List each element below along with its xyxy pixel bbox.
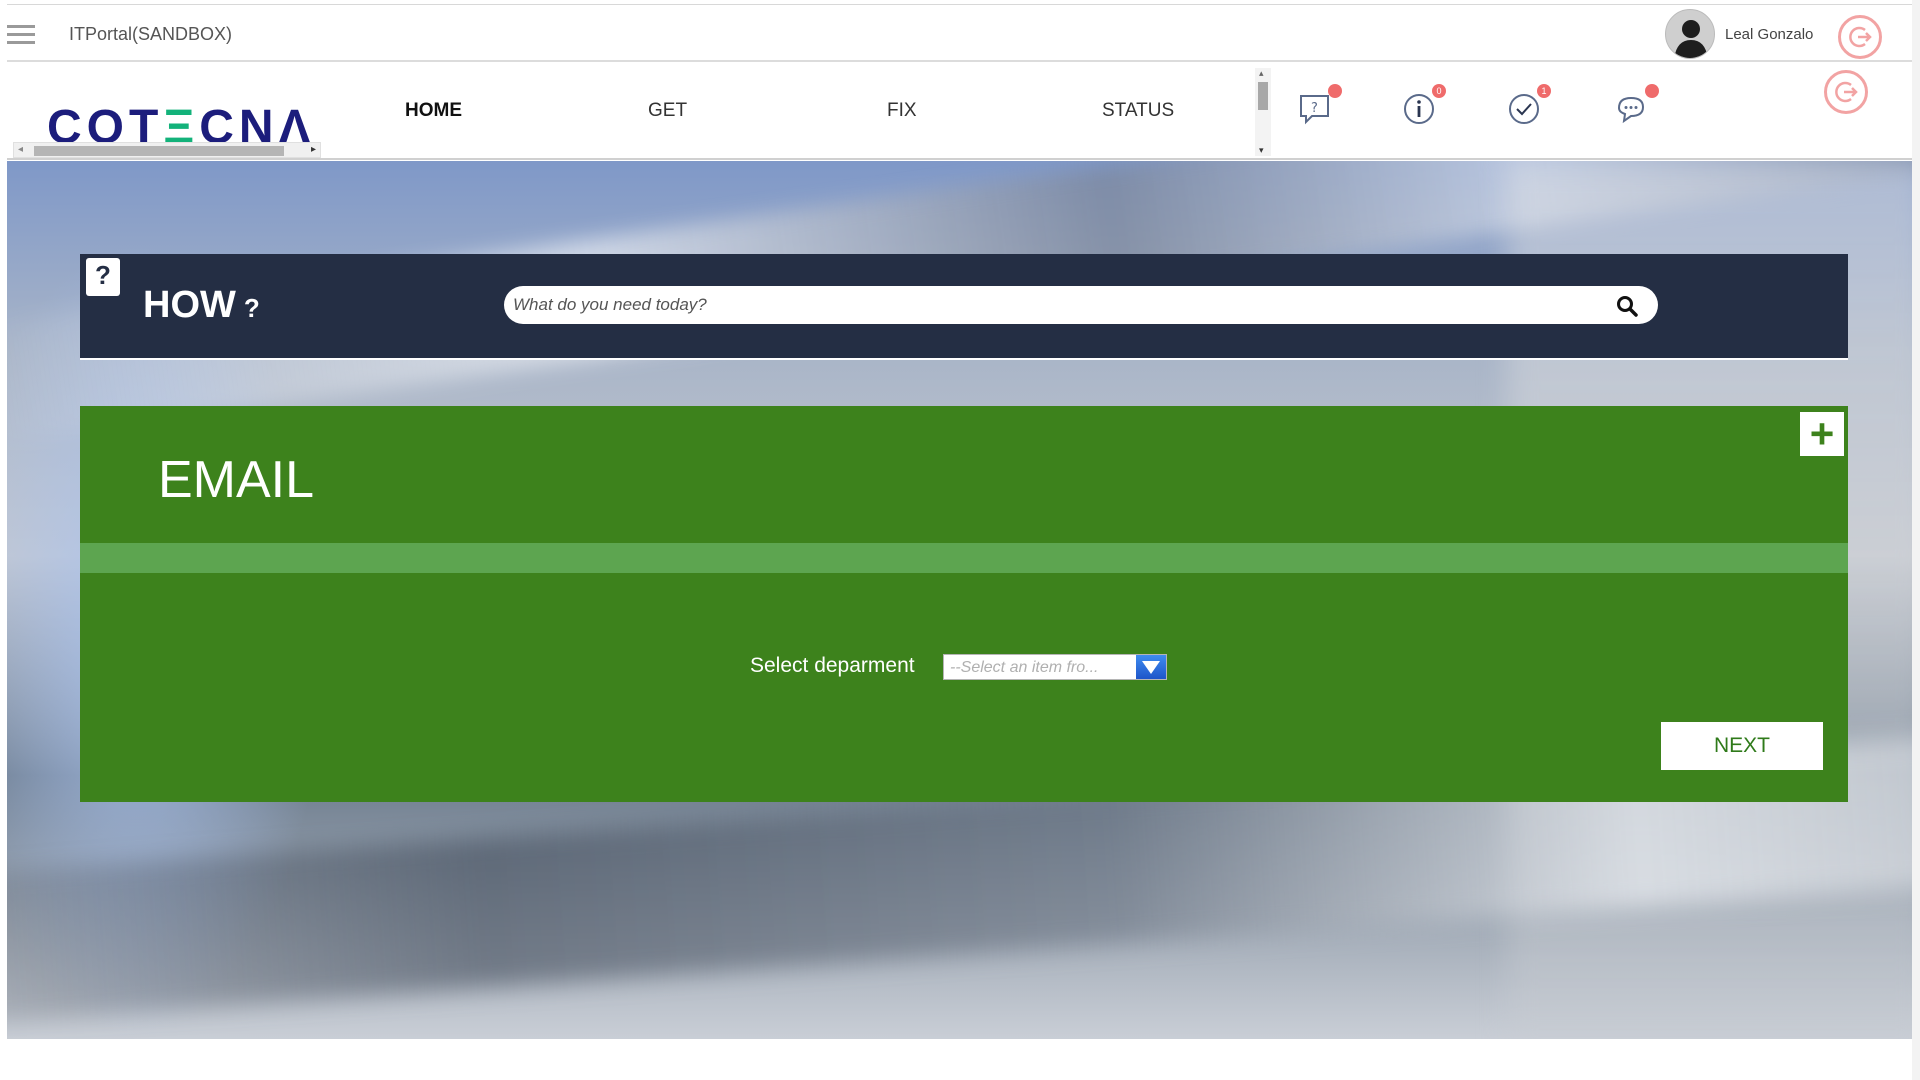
user-avatar[interactable]	[1665, 9, 1715, 59]
department-label: Select deparment	[750, 654, 915, 677]
info-icon	[1404, 94, 1434, 124]
logout-icon	[1849, 26, 1872, 48]
how-question-mark: ?	[243, 293, 260, 323]
scrollbar-thumb[interactable]	[34, 146, 284, 156]
info-button[interactable]: 0	[1402, 84, 1446, 126]
page-vertical-scrollbar[interactable]	[1912, 0, 1920, 1080]
how-search-panel: ? HOW?	[80, 254, 1848, 360]
scroll-down-icon[interactable]: ▾	[1259, 145, 1264, 156]
comments-badge	[1645, 84, 1659, 98]
search-input[interactable]	[513, 286, 1593, 324]
how-title-text: HOW	[143, 284, 236, 326]
scroll-left-icon[interactable]: ◂	[18, 144, 23, 155]
question-chat-icon: ?	[1300, 95, 1329, 125]
comments-icon	[1617, 96, 1645, 124]
top-bar: ITPortal(SANDBOX) Leal Gonzalo	[7, 4, 1913, 62]
tasks-badge: 1	[1537, 84, 1551, 98]
department-select-placeholder: --Select an item fro...	[950, 659, 1099, 676]
question-chat-button[interactable]: ?	[1298, 84, 1342, 126]
app-title: ITPortal(SANDBOX)	[69, 24, 233, 44]
user-name: Leal Gonzalo	[1725, 26, 1814, 43]
scrollbar-thumb[interactable]	[1258, 82, 1268, 110]
help-icon: ?	[86, 258, 120, 296]
comments-button[interactable]	[1615, 84, 1659, 126]
nav-fix[interactable]: FIX	[887, 100, 917, 122]
scroll-right-icon[interactable]: ▸	[311, 144, 316, 155]
info-badge: 0	[1432, 84, 1446, 98]
check-icon	[1509, 94, 1539, 124]
card-title: EMAIL	[158, 451, 315, 509]
card-divider-stripe	[80, 543, 1848, 573]
logout-button[interactable]	[1838, 15, 1882, 59]
svg-text:?: ?	[1311, 101, 1318, 116]
add-button[interactable]: +	[1798, 410, 1846, 458]
nav-vertical-scrollbar[interactable]: ▴ ▾	[1255, 68, 1271, 156]
logout-button-secondary[interactable]	[1824, 70, 1868, 114]
nav-status[interactable]: STATUS	[1102, 100, 1174, 122]
logout-icon	[1835, 81, 1858, 103]
department-select[interactable]: --Select an item fro...	[943, 654, 1167, 680]
nav-home[interactable]: HOME	[405, 100, 462, 122]
person-icon	[1674, 20, 1708, 58]
search-icon[interactable]	[1616, 295, 1638, 317]
hamburger-menu-icon[interactable]	[7, 25, 35, 47]
email-card: EMAIL + Select deparment --Select an ite…	[80, 406, 1848, 802]
how-title: HOW?	[143, 284, 260, 327]
tasks-button[interactable]: 1	[1507, 84, 1551, 126]
notification-badge	[1328, 84, 1342, 98]
app-root: ITPortal(SANDBOX) Leal Gonzalo COTΞCNΛ ◂…	[0, 0, 1920, 1080]
next-button[interactable]: NEXT	[1661, 722, 1823, 770]
search-box	[504, 286, 1658, 324]
dropdown-arrow-icon[interactable]	[1136, 655, 1166, 679]
nav-get[interactable]: GET	[648, 100, 687, 122]
scroll-up-icon[interactable]: ▴	[1259, 68, 1264, 79]
nav-bar: COTΞCNΛ ◂ ▸ HOME GET FIX STATUS ▴ ▾ ? 0 …	[7, 64, 1913, 160]
logo-horizontal-scrollbar[interactable]: ◂ ▸	[13, 142, 321, 158]
